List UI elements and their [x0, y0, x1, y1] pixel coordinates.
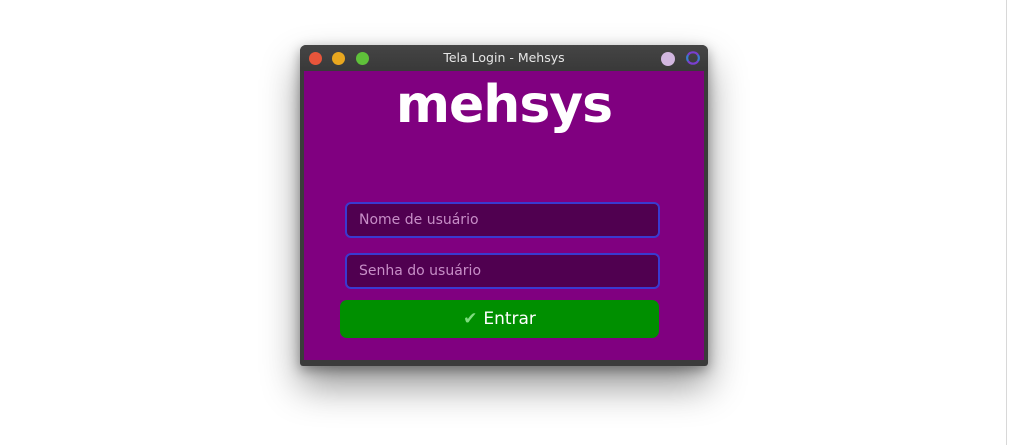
login-window: Tela Login - Mehsys mehsys ✔ Entrar — [300, 45, 708, 366]
window-titlebar[interactable]: Tela Login - Mehsys — [300, 45, 708, 71]
check-icon: ✔ — [463, 309, 478, 329]
app-logo: mehsys — [395, 75, 613, 135]
username-input[interactable] — [345, 202, 660, 238]
tray-status-icon[interactable] — [661, 52, 675, 66]
password-input[interactable] — [345, 253, 660, 289]
sync-icon[interactable] — [685, 50, 701, 66]
login-submit-label: Entrar — [483, 309, 536, 329]
login-submit-button[interactable]: ✔ Entrar — [340, 300, 659, 338]
window-title: Tela Login - Mehsys — [443, 50, 565, 65]
screen-edge-divider — [1006, 0, 1007, 445]
